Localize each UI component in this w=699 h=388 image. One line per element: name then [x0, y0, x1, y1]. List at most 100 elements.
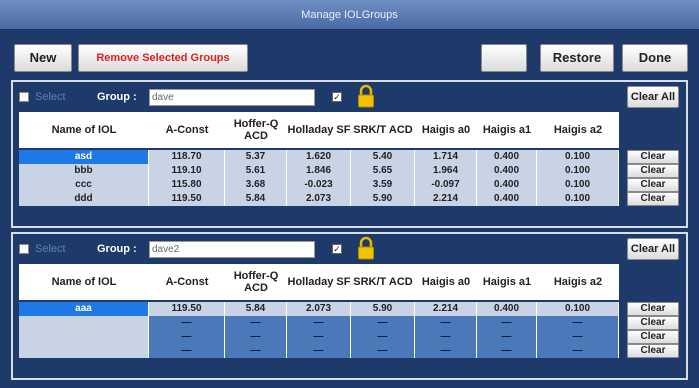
- iol-name-cell[interactable]: bbb: [19, 164, 149, 178]
- value-cell[interactable]: 119.50: [149, 192, 225, 206]
- table-row[interactable]: asd 118.70 5.37 1.620 5.40 1.714 0.400 0.100: [19, 150, 619, 164]
- restore-button[interactable]: Restore: [540, 44, 614, 72]
- table-row[interactable]: bbb 119.10 5.61 1.846 5.65 1.964 0.400 0.100: [19, 164, 619, 178]
- new-button[interactable]: New: [14, 44, 72, 72]
- value-cell[interactable]: —: [415, 344, 477, 358]
- window-title: Manage IOLGroups: [0, 0, 699, 30]
- value-cell[interactable]: 5.84: [225, 192, 287, 206]
- table-row[interactable]: ccc 115.80 3.68 -0.023 3.59 -0.097 0.400 0.100: [19, 178, 619, 192]
- value-cell[interactable]: —: [149, 330, 225, 344]
- value-cell[interactable]: —: [415, 330, 477, 344]
- select-label: Select: [35, 91, 66, 103]
- value-cell[interactable]: —: [225, 330, 287, 344]
- table-row[interactable]: aaa 119.50 5.84 2.073 5.90 2.214 0.400 0.100: [19, 302, 619, 316]
- value-cell[interactable]: 5.37: [225, 150, 287, 164]
- value-cell[interactable]: 0.400: [477, 302, 537, 316]
- value-cell[interactable]: 3.59: [351, 178, 415, 192]
- clear-row-button[interactable]: Clear: [627, 302, 679, 316]
- value-cell[interactable]: 5.90: [351, 302, 415, 316]
- value-cell[interactable]: —: [225, 316, 287, 330]
- clear-all-button[interactable]: Clear All: [627, 238, 679, 260]
- value-cell[interactable]: —: [537, 330, 619, 344]
- iol-name-cell[interactable]: ccc: [19, 178, 149, 192]
- group-name-input[interactable]: dave: [149, 89, 315, 106]
- value-cell[interactable]: 0.100: [537, 302, 619, 316]
- value-cell[interactable]: —: [477, 316, 537, 330]
- value-cell[interactable]: 1.620: [287, 150, 351, 164]
- value-cell[interactable]: 1.846: [287, 164, 351, 178]
- value-cell[interactable]: 1.964: [415, 164, 477, 178]
- clear-row-button[interactable]: Clear: [627, 344, 679, 358]
- value-cell[interactable]: 2.214: [415, 302, 477, 316]
- value-cell[interactable]: —: [287, 316, 351, 330]
- group-name-input[interactable]: dave2: [149, 241, 315, 258]
- iol-name-cell[interactable]: [19, 344, 149, 358]
- clear-row-button[interactable]: Clear: [627, 150, 679, 164]
- clear-row-button[interactable]: Clear: [627, 316, 679, 330]
- value-cell[interactable]: —: [149, 316, 225, 330]
- value-cell[interactable]: —: [537, 316, 619, 330]
- value-cell[interactable]: —: [149, 344, 225, 358]
- value-cell[interactable]: —: [351, 330, 415, 344]
- clear-row-button[interactable]: Clear: [627, 330, 679, 344]
- value-cell[interactable]: 3.68: [225, 178, 287, 192]
- value-cell[interactable]: —: [287, 344, 351, 358]
- iol-name-cell[interactable]: [19, 316, 149, 330]
- value-cell[interactable]: 5.90: [351, 192, 415, 206]
- value-cell[interactable]: 0.400: [477, 164, 537, 178]
- table-header: Name of IOL A-Const Hoffer-Q ACD Holladay S…: [19, 112, 619, 148]
- value-cell[interactable]: 5.84: [225, 302, 287, 316]
- column-header: Haigis a2: [553, 276, 603, 288]
- value-cell[interactable]: 0.400: [477, 178, 537, 192]
- table-row[interactable]: — — — — — — —: [19, 330, 619, 344]
- table-row[interactable]: ddd 119.50 5.84 2.073 5.90 2.214 0.400 0.100: [19, 192, 619, 206]
- iol-name-cell[interactable]: asd: [19, 150, 149, 164]
- value-cell[interactable]: 2.214: [415, 192, 477, 206]
- value-cell[interactable]: 1.714: [415, 150, 477, 164]
- iol-name-cell[interactable]: aaa: [19, 302, 149, 316]
- clear-all-button[interactable]: Clear All: [627, 86, 679, 108]
- done-button[interactable]: Done: [622, 44, 688, 72]
- value-cell[interactable]: 118.70: [149, 150, 225, 164]
- value-cell[interactable]: 5.61: [225, 164, 287, 178]
- value-cell[interactable]: 2.073: [287, 302, 351, 316]
- blank-button[interactable]: [481, 44, 527, 72]
- value-cell[interactable]: -0.023: [287, 178, 351, 192]
- value-cell[interactable]: —: [225, 344, 287, 358]
- value-cell[interactable]: —: [287, 330, 351, 344]
- clear-row-button[interactable]: Clear: [627, 164, 679, 178]
- column-header: Haigis a2: [553, 124, 603, 136]
- iol-name-cell[interactable]: ddd: [19, 192, 149, 206]
- value-cell[interactable]: —: [351, 316, 415, 330]
- value-cell[interactable]: 0.100: [537, 192, 619, 206]
- clear-row-button[interactable]: Clear: [627, 192, 679, 206]
- remove-selected-groups-button[interactable]: Remove Selected Groups: [78, 44, 248, 72]
- value-cell[interactable]: 0.400: [477, 150, 537, 164]
- column-header: Holladay SF: [287, 276, 351, 288]
- value-cell[interactable]: —: [415, 316, 477, 330]
- value-cell[interactable]: 119.10: [149, 164, 225, 178]
- table-row[interactable]: — — — — — — —: [19, 344, 619, 358]
- value-cell[interactable]: 0.100: [537, 178, 619, 192]
- value-cell[interactable]: —: [537, 344, 619, 358]
- value-cell[interactable]: —: [351, 344, 415, 358]
- select-group-checkbox[interactable]: [19, 244, 29, 254]
- table-row[interactable]: — — — — — — —: [19, 316, 619, 330]
- value-cell[interactable]: 119.50: [149, 302, 225, 316]
- group-panel: Select Group : dave2 ✓ Clear All Clear Clear Cl…: [11, 232, 688, 380]
- clear-row-button[interactable]: Clear: [627, 178, 679, 192]
- lock-checkbox[interactable]: ✓: [332, 92, 342, 102]
- value-cell[interactable]: 2.073: [287, 192, 351, 206]
- value-cell[interactable]: 0.400: [477, 192, 537, 206]
- value-cell[interactable]: —: [477, 330, 537, 344]
- value-cell[interactable]: —: [477, 344, 537, 358]
- value-cell[interactable]: 5.40: [351, 150, 415, 164]
- value-cell[interactable]: 0.100: [537, 150, 619, 164]
- value-cell[interactable]: -0.097: [415, 178, 477, 192]
- value-cell[interactable]: 5.65: [351, 164, 415, 178]
- iol-name-cell[interactable]: [19, 330, 149, 344]
- value-cell[interactable]: 0.100: [537, 164, 619, 178]
- lock-checkbox[interactable]: ✓: [332, 244, 342, 254]
- value-cell[interactable]: 115.80: [149, 178, 225, 192]
- select-group-checkbox[interactable]: [19, 92, 29, 102]
